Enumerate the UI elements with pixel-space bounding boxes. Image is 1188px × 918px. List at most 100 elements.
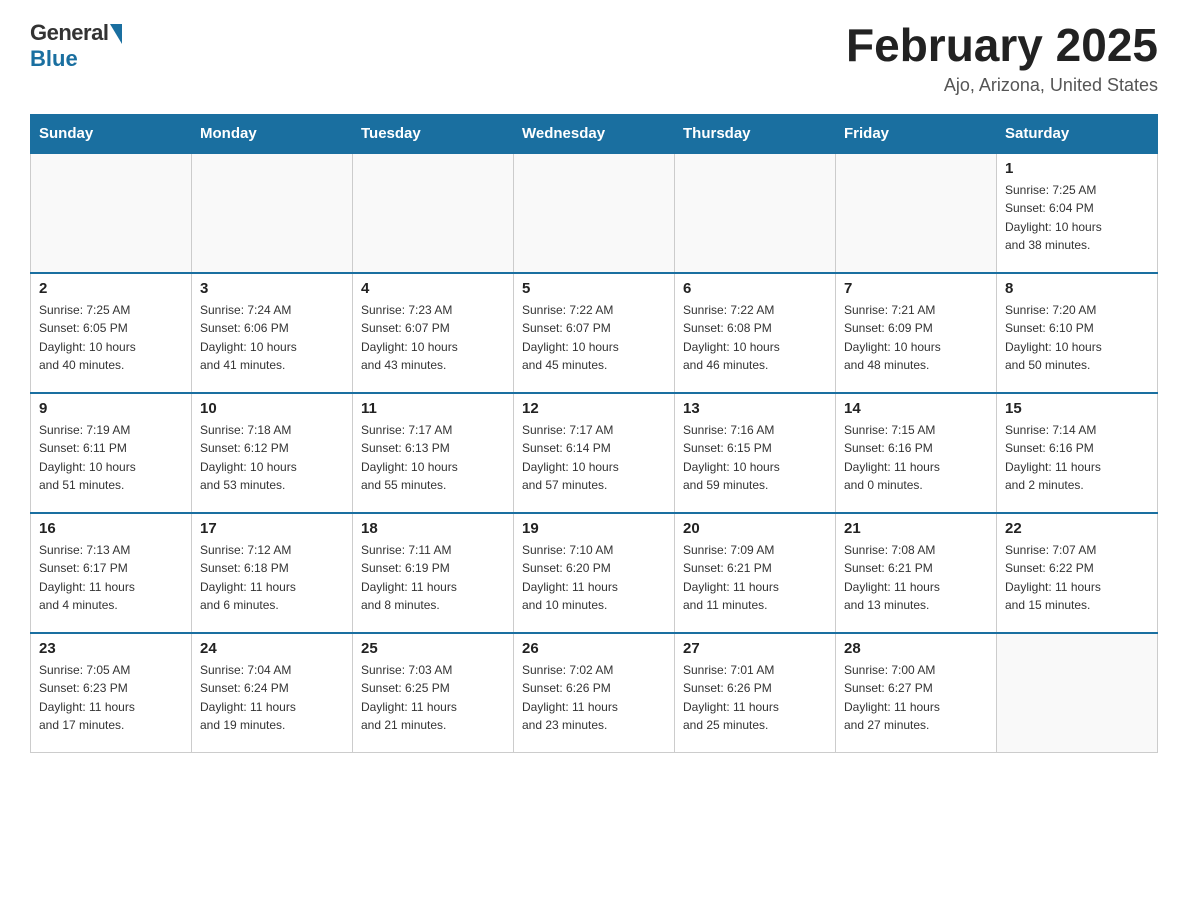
day-number: 22	[1005, 520, 1149, 537]
calendar-cell: 26 Sunrise: 7:02 AM Sunset: 6:26 PM Dayli…	[514, 633, 675, 753]
day-info: Sunrise: 7:16 AM Sunset: 6:15 PM Dayligh…	[683, 421, 827, 495]
weekday-header-tuesday: Tuesday	[353, 114, 514, 153]
calendar-cell: 25 Sunrise: 7:03 AM Sunset: 6:25 PM Dayli…	[353, 633, 514, 753]
calendar-cell: 16 Sunrise: 7:13 AM Sunset: 6:17 PM Dayli…	[31, 513, 192, 633]
calendar-week-row: 16 Sunrise: 7:13 AM Sunset: 6:17 PM Dayli…	[31, 513, 1158, 633]
day-info: Sunrise: 7:08 AM Sunset: 6:21 PM Dayligh…	[844, 541, 988, 615]
day-number: 28	[844, 640, 988, 657]
calendar-week-row: 23 Sunrise: 7:05 AM Sunset: 6:23 PM Dayli…	[31, 633, 1158, 753]
weekday-header-friday: Friday	[836, 114, 997, 153]
day-number: 10	[200, 400, 344, 417]
day-number: 1	[1005, 160, 1149, 177]
calendar-cell: 15 Sunrise: 7:14 AM Sunset: 6:16 PM Dayli…	[997, 393, 1158, 513]
calendar-cell: 9Sunrise: 7:19 AM Sunset: 6:11 PM Daylig…	[31, 393, 192, 513]
day-number: 13	[683, 400, 827, 417]
calendar-cell	[514, 153, 675, 273]
logo-general-text: General	[30, 20, 108, 46]
calendar-cell: 4 Sunrise: 7:23 AM Sunset: 6:07 PM Daylig…	[353, 273, 514, 393]
day-number: 21	[844, 520, 988, 537]
weekday-header-sunday: Sunday	[31, 114, 192, 153]
weekday-header-monday: Monday	[192, 114, 353, 153]
calendar-cell: 11 Sunrise: 7:17 AM Sunset: 6:13 PM Dayli…	[353, 393, 514, 513]
day-number: 2	[39, 280, 183, 297]
calendar-cell: 24 Sunrise: 7:04 AM Sunset: 6:24 PM Dayli…	[192, 633, 353, 753]
day-number: 14	[844, 400, 988, 417]
day-info: Sunrise: 7:00 AM Sunset: 6:27 PM Dayligh…	[844, 661, 988, 735]
day-info: Sunrise: 7:09 AM Sunset: 6:21 PM Dayligh…	[683, 541, 827, 615]
day-info: Sunrise: 7:15 AM Sunset: 6:16 PM Dayligh…	[844, 421, 988, 495]
day-info: Sunrise: 7:03 AM Sunset: 6:25 PM Dayligh…	[361, 661, 505, 735]
day-number: 27	[683, 640, 827, 657]
calendar-cell: 21 Sunrise: 7:08 AM Sunset: 6:21 PM Dayli…	[836, 513, 997, 633]
day-info: Sunrise: 7:12 AM Sunset: 6:18 PM Dayligh…	[200, 541, 344, 615]
day-info: Sunrise: 7:18 AM Sunset: 6:12 PM Dayligh…	[200, 421, 344, 495]
calendar-cell	[997, 633, 1158, 753]
calendar-location: Ajo, Arizona, United States	[846, 75, 1158, 96]
day-number: 24	[200, 640, 344, 657]
calendar-cell: 20 Sunrise: 7:09 AM Sunset: 6:21 PM Dayli…	[675, 513, 836, 633]
weekday-header-wednesday: Wednesday	[514, 114, 675, 153]
day-number: 18	[361, 520, 505, 537]
day-info: Sunrise: 7:11 AM Sunset: 6:19 PM Dayligh…	[361, 541, 505, 615]
calendar-cell: 23 Sunrise: 7:05 AM Sunset: 6:23 PM Dayli…	[31, 633, 192, 753]
day-number: 5	[522, 280, 666, 297]
day-info: Sunrise: 7:10 AM Sunset: 6:20 PM Dayligh…	[522, 541, 666, 615]
day-info: Sunrise: 7:17 AM Sunset: 6:13 PM Dayligh…	[361, 421, 505, 495]
day-number: 26	[522, 640, 666, 657]
logo-blue-text: Blue	[30, 46, 78, 72]
day-info: Sunrise: 7:05 AM Sunset: 6:23 PM Dayligh…	[39, 661, 183, 735]
calendar-cell	[31, 153, 192, 273]
calendar-header-row: SundayMondayTuesdayWednesdayThursdayFrid…	[31, 114, 1158, 153]
calendar-cell: 14 Sunrise: 7:15 AM Sunset: 6:16 PM Dayli…	[836, 393, 997, 513]
calendar-table: SundayMondayTuesdayWednesdayThursdayFrid…	[30, 114, 1158, 754]
logo-arrow-icon	[110, 24, 122, 44]
calendar-cell: 3Sunrise: 7:24 AM Sunset: 6:06 PM Daylig…	[192, 273, 353, 393]
day-number: 11	[361, 400, 505, 417]
day-number: 17	[200, 520, 344, 537]
day-number: 8	[1005, 280, 1149, 297]
calendar-cell: 10 Sunrise: 7:18 AM Sunset: 6:12 PM Dayli…	[192, 393, 353, 513]
day-number: 3	[200, 280, 344, 297]
day-info: Sunrise: 7:23 AM Sunset: 6:07 PM Dayligh…	[361, 301, 505, 375]
calendar-cell: 7Sunrise: 7:21 AM Sunset: 6:09 PM Daylig…	[836, 273, 997, 393]
day-number: 20	[683, 520, 827, 537]
day-info: Sunrise: 7:25 AM Sunset: 6:05 PM Dayligh…	[39, 301, 183, 375]
calendar-cell: 17 Sunrise: 7:12 AM Sunset: 6:18 PM Dayli…	[192, 513, 353, 633]
day-number: 23	[39, 640, 183, 657]
day-info: Sunrise: 7:17 AM Sunset: 6:14 PM Dayligh…	[522, 421, 666, 495]
day-info: Sunrise: 7:13 AM Sunset: 6:17 PM Dayligh…	[39, 541, 183, 615]
day-info: Sunrise: 7:22 AM Sunset: 6:08 PM Dayligh…	[683, 301, 827, 375]
calendar-cell	[353, 153, 514, 273]
calendar-title: February 2025	[846, 20, 1158, 71]
calendar-cell: 1 Sunrise: 7:25 AM Sunset: 6:04 PM Daylig…	[997, 153, 1158, 273]
day-number: 15	[1005, 400, 1149, 417]
day-info: Sunrise: 7:14 AM Sunset: 6:16 PM Dayligh…	[1005, 421, 1149, 495]
day-number: 12	[522, 400, 666, 417]
day-number: 16	[39, 520, 183, 537]
day-number: 6	[683, 280, 827, 297]
logo: General Blue	[30, 20, 122, 72]
calendar-cell	[192, 153, 353, 273]
calendar-cell: 8Sunrise: 7:20 AM Sunset: 6:10 PM Daylig…	[997, 273, 1158, 393]
calendar-week-row: 2 Sunrise: 7:25 AM Sunset: 6:05 PM Daylig…	[31, 273, 1158, 393]
calendar-cell: 12 Sunrise: 7:17 AM Sunset: 6:14 PM Dayli…	[514, 393, 675, 513]
title-block: February 2025 Ajo, Arizona, United State…	[846, 20, 1158, 96]
day-info: Sunrise: 7:02 AM Sunset: 6:26 PM Dayligh…	[522, 661, 666, 735]
day-number: 9	[39, 400, 183, 417]
weekday-header-saturday: Saturday	[997, 114, 1158, 153]
weekday-header-thursday: Thursday	[675, 114, 836, 153]
day-number: 25	[361, 640, 505, 657]
calendar-cell: 22Sunrise: 7:07 AM Sunset: 6:22 PM Dayli…	[997, 513, 1158, 633]
day-number: 4	[361, 280, 505, 297]
calendar-cell: 13 Sunrise: 7:16 AM Sunset: 6:15 PM Dayli…	[675, 393, 836, 513]
calendar-cell: 18 Sunrise: 7:11 AM Sunset: 6:19 PM Dayli…	[353, 513, 514, 633]
calendar-cell: 28 Sunrise: 7:00 AM Sunset: 6:27 PM Dayli…	[836, 633, 997, 753]
calendar-cell	[675, 153, 836, 273]
day-info: Sunrise: 7:04 AM Sunset: 6:24 PM Dayligh…	[200, 661, 344, 735]
calendar-cell: 27 Sunrise: 7:01 AM Sunset: 6:26 PM Dayli…	[675, 633, 836, 753]
day-info: Sunrise: 7:25 AM Sunset: 6:04 PM Dayligh…	[1005, 181, 1149, 255]
calendar-week-row: 9Sunrise: 7:19 AM Sunset: 6:11 PM Daylig…	[31, 393, 1158, 513]
day-info: Sunrise: 7:01 AM Sunset: 6:26 PM Dayligh…	[683, 661, 827, 735]
calendar-cell: 19Sunrise: 7:10 AM Sunset: 6:20 PM Dayli…	[514, 513, 675, 633]
page-header: General Blue February 2025 Ajo, Arizona,…	[30, 20, 1158, 96]
